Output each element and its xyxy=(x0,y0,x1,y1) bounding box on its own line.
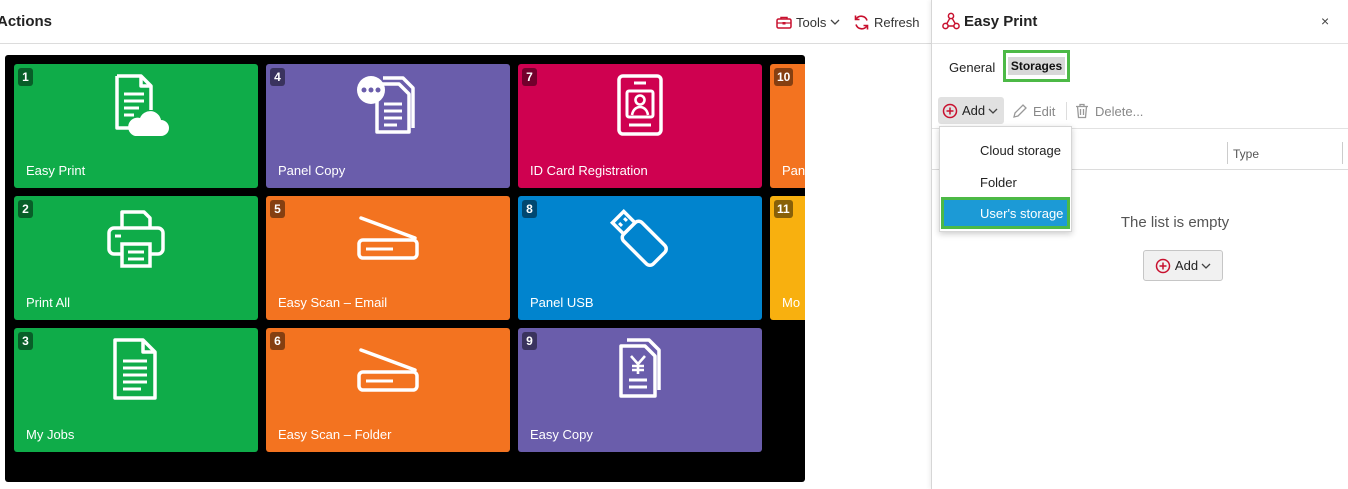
printer-icon xyxy=(107,210,165,268)
close-icon[interactable]: × xyxy=(1321,13,1329,29)
tile-number: 4 xyxy=(270,68,285,86)
add-button[interactable]: Add xyxy=(938,97,1004,124)
tile-number: 11 xyxy=(774,200,793,218)
toolbar-divider xyxy=(1066,102,1067,120)
tile-label: Mo xyxy=(782,295,801,310)
tile-label: Print All xyxy=(26,295,71,310)
tile-easy-copy[interactable]: 9 Easy Copy xyxy=(518,328,762,452)
tile-label: Easy Scan – Email xyxy=(278,295,388,310)
tile-number: 3 xyxy=(18,332,33,350)
scanner-icon xyxy=(357,216,419,260)
tile-easy-scan-folder[interactable]: 6 Easy Scan – Folder xyxy=(266,328,510,452)
tile-label: Easy Print xyxy=(26,163,86,178)
column-divider[interactable] xyxy=(1227,142,1228,164)
tab-storages[interactable]: Storages xyxy=(1003,50,1070,82)
add-label: Add xyxy=(962,103,986,118)
tile-board: 1 Easy Print 4 Panel Copy 7 ID Card Regi… xyxy=(5,55,805,482)
tile-number: 8 xyxy=(522,200,537,218)
add-circle-icon xyxy=(1155,258,1171,273)
chevron-down-icon xyxy=(830,19,840,25)
tools-label: Tools xyxy=(796,14,827,30)
trash-icon xyxy=(1076,103,1088,119)
menu-item-users-storage-label: User's storage xyxy=(944,200,1067,226)
tile-label: Pan xyxy=(782,163,805,178)
tile-my-jobs[interactable]: 3 My Jobs xyxy=(14,328,258,452)
tile-number: 2 xyxy=(18,200,33,218)
toolbox-icon xyxy=(776,16,792,29)
add-circle-icon xyxy=(942,103,958,118)
edit-label: Edit xyxy=(1033,103,1056,119)
tile-number: 7 xyxy=(522,68,537,86)
pencil-icon xyxy=(1013,104,1027,118)
easy-copy-icon xyxy=(619,338,661,398)
refresh-icon xyxy=(854,14,869,30)
actions-header: Actions Tools Refresh xyxy=(0,0,931,44)
tile-number: 10 xyxy=(774,68,794,86)
delete-label: Delete... xyxy=(1095,103,1144,119)
tile-number: 6 xyxy=(270,332,285,350)
menu-item-cloud-storage[interactable]: Cloud storage xyxy=(940,135,1071,165)
column-type[interactable]: Type xyxy=(1233,147,1259,161)
empty-add-button[interactable]: Add xyxy=(1143,250,1223,281)
scanner-icon xyxy=(357,348,419,392)
tab-storages-label: Storages xyxy=(1007,57,1066,75)
tile-panel-usb[interactable]: 8 Panel USB xyxy=(518,196,762,320)
panel-header: Easy Print × xyxy=(932,0,1348,44)
tile-easy-scan-email[interactable]: 5 Easy Scan – Email xyxy=(266,196,510,320)
tile-10[interactable]: 10 Pan xyxy=(770,64,805,188)
tile-print-all[interactable]: 2 Print All xyxy=(14,196,258,320)
page-title: Actions xyxy=(0,13,53,30)
document-cloud-icon xyxy=(115,74,169,136)
tile-label: Easy Scan – Folder xyxy=(278,427,392,442)
tile-panel-copy[interactable]: 4 Panel Copy xyxy=(266,64,510,188)
storage-toolbar: Add Edit Delete... xyxy=(932,95,1348,129)
copy-documents-icon xyxy=(357,76,415,134)
usb-drive-icon xyxy=(609,208,668,267)
document-list-icon xyxy=(113,338,157,400)
refresh-label: Refresh xyxy=(874,14,920,30)
tile-label: Easy Copy xyxy=(530,427,593,442)
actions-pane: Actions Tools Refresh 1 Easy Print 4 Pan… xyxy=(0,0,931,489)
tools-button[interactable]: Tools xyxy=(776,11,844,33)
tab-general[interactable]: General xyxy=(949,60,995,75)
tile-number: 5 xyxy=(270,200,285,218)
menu-item-users-storage[interactable]: User's storage xyxy=(941,197,1070,229)
chevron-down-icon xyxy=(988,108,998,114)
tile-easy-print[interactable]: 1 Easy Print xyxy=(14,64,258,188)
tile-11[interactable]: 11 Mo xyxy=(770,196,805,320)
tile-label: My Jobs xyxy=(26,427,75,442)
workflow-icon xyxy=(942,12,960,30)
tile-number: 9 xyxy=(522,332,537,350)
tile-label: ID Card Registration xyxy=(530,163,648,178)
delete-button[interactable]: Delete... xyxy=(1075,103,1143,119)
tile-id-card-registration[interactable]: 7 ID Card Registration xyxy=(518,64,762,188)
easy-print-panel: Easy Print × General Storages Add Edit D… xyxy=(931,0,1348,489)
empty-add-label: Add xyxy=(1174,258,1199,273)
chevron-down-icon xyxy=(1201,263,1211,269)
tile-number: 1 xyxy=(18,68,33,86)
refresh-button[interactable]: Refresh xyxy=(853,11,920,33)
tile-label: Panel Copy xyxy=(278,163,346,178)
tile-label: Panel USB xyxy=(530,295,594,310)
id-card-icon xyxy=(617,74,663,136)
add-dropdown-menu: Cloud storage Folder User's storage xyxy=(939,126,1072,232)
edit-button[interactable]: Edit xyxy=(1012,103,1055,119)
menu-item-folder[interactable]: Folder xyxy=(940,167,1071,197)
panel-title: Easy Print xyxy=(964,13,1038,30)
column-divider[interactable] xyxy=(1342,142,1343,164)
